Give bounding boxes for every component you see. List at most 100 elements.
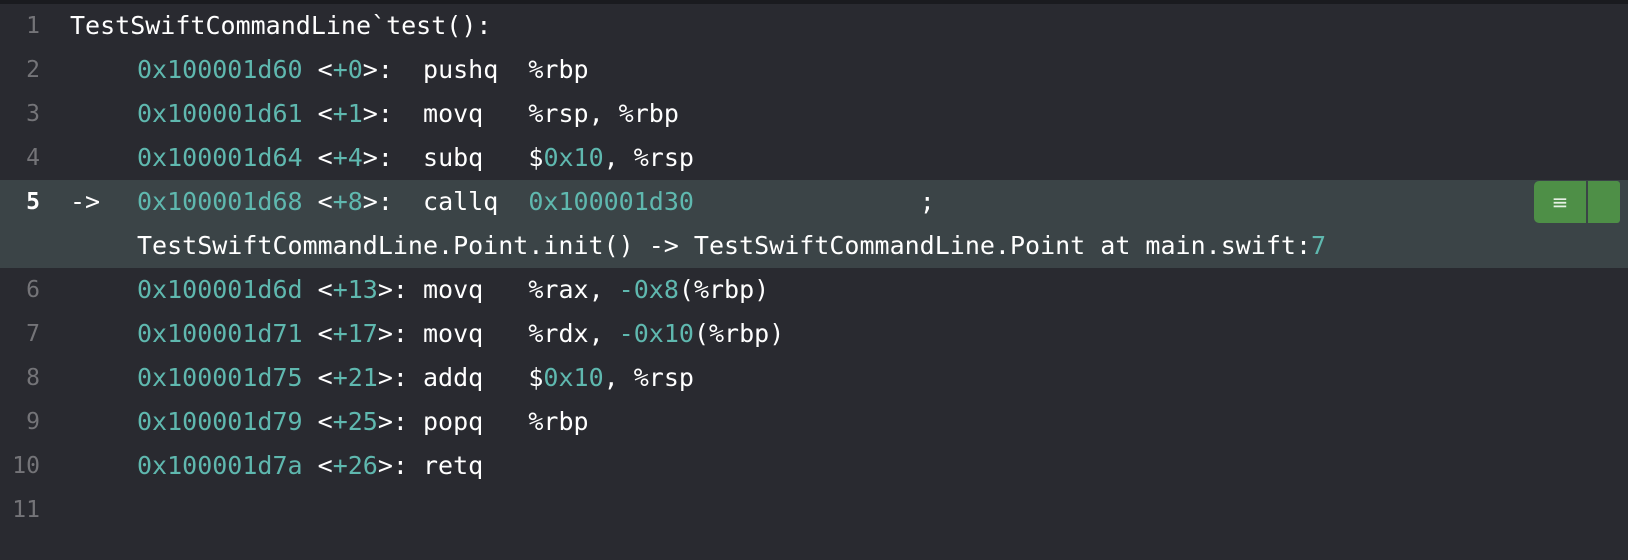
disassembly-editor[interactable]: 1 TestSwiftCommandLine`test(): 2 0x100001…: [0, 0, 1628, 560]
operand: $: [528, 143, 544, 172]
line-number: 2: [26, 57, 40, 83]
instruction: 0x100001d7a <+26>: retq: [137, 444, 483, 488]
operand: %rbp: [528, 55, 589, 84]
instruction-offset: +25: [332, 407, 378, 436]
function-header: TestSwiftCommandLine`test():: [70, 11, 492, 40]
current-instruction-arrow: ->: [70, 187, 101, 216]
mnemonic: subq: [423, 143, 529, 172]
operand: %rbp: [528, 407, 589, 436]
line-number: 11: [12, 497, 40, 523]
offset-close: >:: [377, 407, 423, 436]
mnemonic: popq: [423, 407, 529, 436]
code-line-11[interactable]: 11: [0, 488, 1628, 532]
operand: -0x10: [618, 319, 694, 348]
instruction-offset: +1: [332, 99, 363, 128]
instruction: 0x100001d61 <+1>: movq %rsp, %rbp: [137, 92, 679, 136]
line-number: 10: [12, 453, 40, 479]
instruction-address: 0x100001d64: [137, 143, 303, 172]
instruction: 0x100001d6d <+13>: movq %rax, -0x8(%rbp): [137, 268, 769, 312]
offset-close: >:: [362, 143, 424, 172]
code-line-5[interactable]: 5 -> 0x100001d68 <+8>: callq 0x100001d30 ;…: [0, 180, 1628, 268]
instruction-offset: +13: [332, 275, 378, 304]
line-number: 5: [26, 189, 40, 215]
instruction-pointer-badge[interactable]: ≡: [1534, 180, 1620, 224]
mnemonic: callq: [423, 187, 529, 216]
operand: %rsp, %rbp: [528, 99, 679, 128]
instruction-address: 0x100001d61: [137, 99, 303, 128]
offset-open: <: [302, 143, 333, 172]
instruction-address: 0x100001d60: [137, 55, 303, 84]
instruction-address: 0x100001d7a: [137, 451, 303, 480]
instruction: 0x100001d79 <+25>: popq %rbp: [137, 400, 589, 444]
list-icon[interactable]: ≡: [1534, 181, 1586, 223]
operand: (%rbp): [678, 275, 770, 304]
instruction: 0x100001d71 <+17>: movq %rdx, -0x10(%rbp…: [137, 312, 784, 356]
code-line-1[interactable]: 1 TestSwiftCommandLine`test():: [0, 4, 1628, 48]
instruction-offset: +21: [332, 363, 378, 392]
offset-open: <: [302, 187, 333, 216]
operand: (%rbp): [693, 319, 785, 348]
instruction: 0x100001d68 <+8>: callq 0x100001d30 ;: [137, 180, 935, 224]
call-target: 0x100001d30: [528, 187, 694, 216]
operand: , %rsp: [603, 363, 694, 392]
source-line-number: 7: [1311, 231, 1327, 260]
line-number: 6: [26, 277, 40, 303]
operand: $: [528, 363, 544, 392]
operand: , %rsp: [603, 143, 694, 172]
instruction-offset: +26: [332, 451, 378, 480]
line-number: 8: [26, 365, 40, 391]
offset-close: >:: [377, 319, 423, 348]
offset-close: >:: [377, 275, 423, 304]
line-number: 7: [26, 321, 40, 347]
mnemonic: movq: [423, 319, 529, 348]
code-line-2[interactable]: 2 0x100001d60 <+0>: pushq %rbp: [0, 48, 1628, 92]
line-number: 1: [26, 13, 40, 39]
instruction-offset: +8: [332, 187, 363, 216]
operand: 0x10: [543, 143, 604, 172]
mnemonic: movq: [423, 275, 529, 304]
offset-open: <: [302, 451, 333, 480]
code-line-3[interactable]: 3 0x100001d61 <+1>: movq %rsp, %rbp: [0, 92, 1628, 136]
instruction-address: 0x100001d6d: [137, 275, 303, 304]
mnemonic: retq: [423, 451, 484, 480]
line-number: 9: [26, 409, 40, 435]
operand: 0x10: [543, 363, 604, 392]
offset-open: <: [302, 407, 333, 436]
mnemonic: movq: [423, 99, 529, 128]
operand: -0x8: [618, 275, 679, 304]
call-comment: TestSwiftCommandLine.Point.init() -> Tes…: [137, 224, 1326, 268]
offset-open: <: [302, 55, 333, 84]
offset-close: >:: [377, 363, 423, 392]
offset-close: >:: [377, 451, 423, 480]
operand: %rax,: [528, 275, 619, 304]
code-line-7[interactable]: 7 0x100001d71 <+17>: movq %rdx, -0x10(%rb…: [0, 312, 1628, 356]
code-line-4[interactable]: 4 0x100001d64 <+4>: subq $0x10, %rsp: [0, 136, 1628, 180]
offset-open: <: [302, 319, 333, 348]
code-line-9[interactable]: 9 0x100001d79 <+25>: popq %rbp: [0, 400, 1628, 444]
offset-close: >:: [362, 99, 424, 128]
code-line-6[interactable]: 6 0x100001d6d <+13>: movq %rax, -0x8(%rbp…: [0, 268, 1628, 312]
instruction-offset: +17: [332, 319, 378, 348]
line-number: 4: [26, 145, 40, 171]
comment-marker: ;: [919, 187, 935, 216]
offset-open: <: [302, 99, 333, 128]
offset-close: >:: [362, 187, 424, 216]
instruction-offset: +4: [332, 143, 363, 172]
instruction-address: 0x100001d68: [137, 187, 303, 216]
badge-handle[interactable]: [1588, 181, 1620, 223]
call-symbol: TestSwiftCommandLine.Point.init() -> Tes…: [137, 231, 1311, 260]
instruction-offset: +0: [332, 55, 363, 84]
operand: %rdx,: [528, 319, 619, 348]
offset-close: >:: [362, 55, 424, 84]
code-line-10[interactable]: 10 0x100001d7a <+26>: retq: [0, 444, 1628, 488]
code-line-8[interactable]: 8 0x100001d75 <+21>: addq $0x10, %rsp: [0, 356, 1628, 400]
instruction-address: 0x100001d75: [137, 363, 303, 392]
instruction: 0x100001d75 <+21>: addq $0x10, %rsp: [137, 356, 694, 400]
line-number: 3: [26, 101, 40, 127]
mnemonic: pushq: [423, 55, 529, 84]
instruction: 0x100001d64 <+4>: subq $0x10, %rsp: [137, 136, 694, 180]
instruction: 0x100001d60 <+0>: pushq %rbp: [137, 48, 589, 92]
mnemonic: addq: [423, 363, 529, 392]
instruction-address: 0x100001d79: [137, 407, 303, 436]
